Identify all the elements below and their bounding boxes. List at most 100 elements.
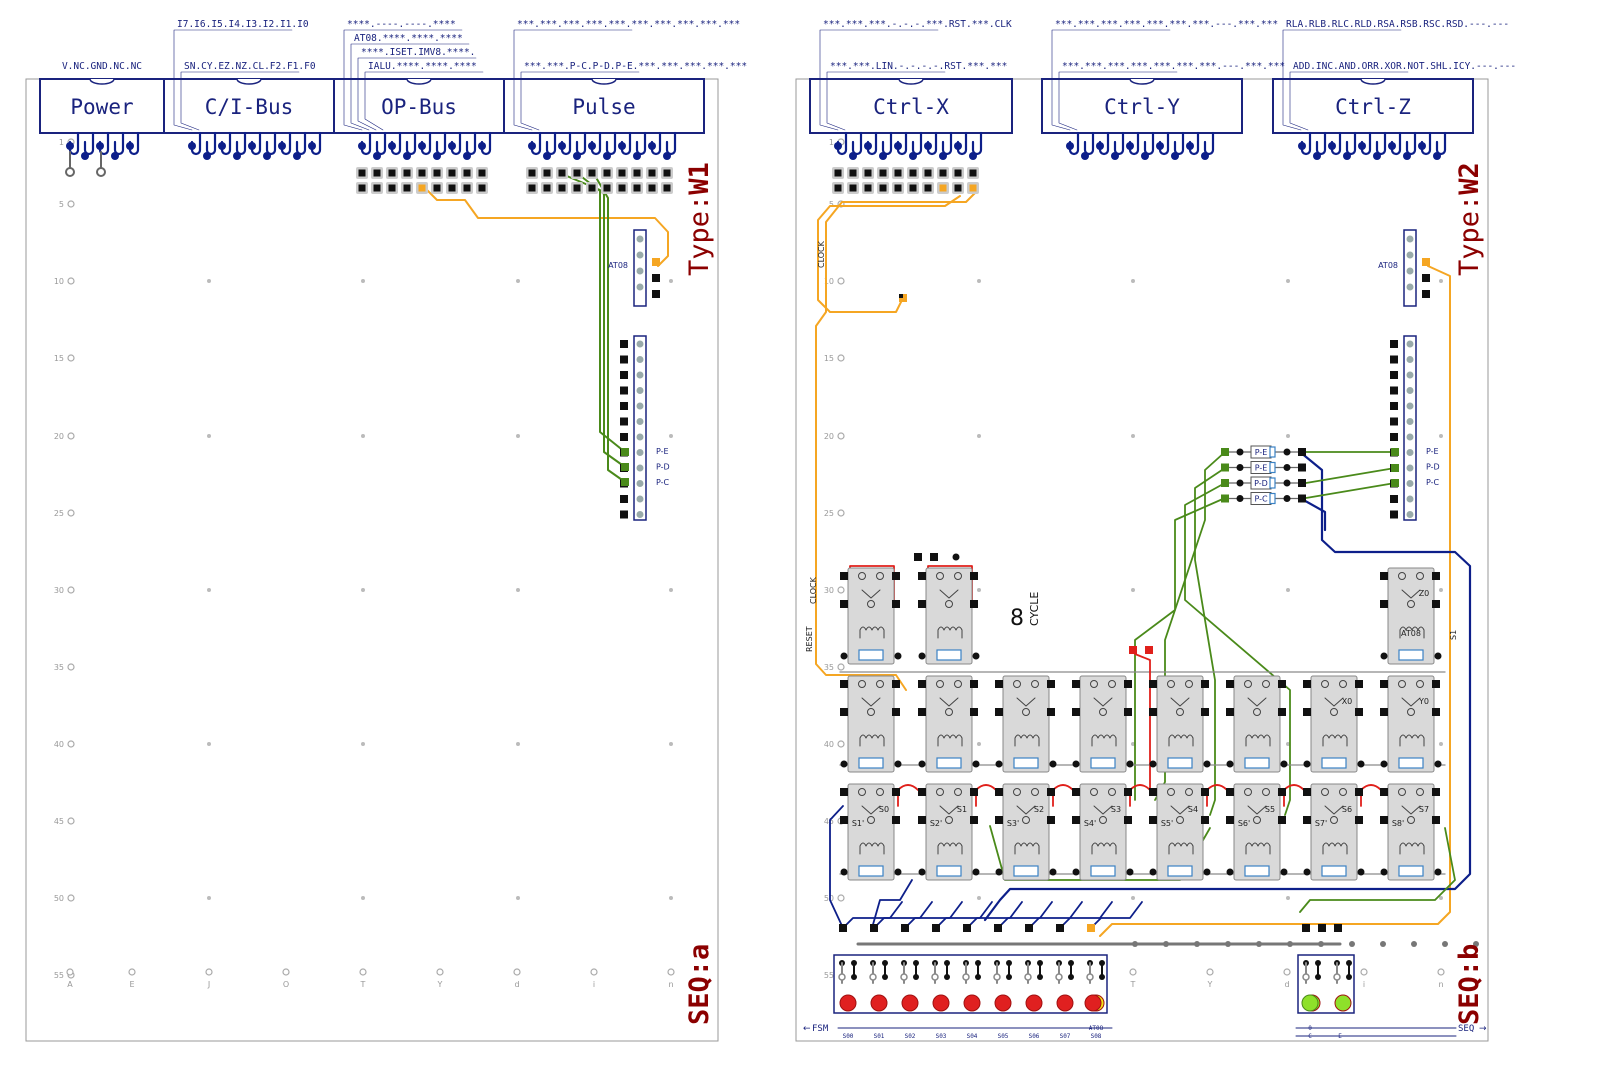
relay-pin [1357, 868, 1365, 876]
board-b-outline [795, 78, 1489, 1042]
relay-pad [1047, 680, 1055, 688]
ctrl-z-connector-title: Ctrl-Z [1335, 95, 1411, 119]
board-a-grid-dot [669, 742, 673, 746]
board-b-grid-dot [1131, 279, 1135, 283]
board-a-column-marker [128, 968, 136, 976]
board-a-row-marker [67, 817, 75, 825]
ctrl-x-jumper-pin [849, 184, 857, 192]
power-connector-title: Power [70, 95, 133, 119]
seq-led-pin [1346, 974, 1352, 980]
board-b-row-number: 35 [824, 663, 834, 672]
power-pin-trace [83, 131, 95, 156]
board-b-row-number: 25 [824, 509, 834, 518]
ctrl-y-pin-trace [1203, 131, 1215, 156]
relay-pad [1201, 788, 1209, 796]
board-a-grid-dot [669, 896, 673, 900]
board-a-row-number: 15 [54, 354, 64, 363]
board-a-orange-wire [426, 189, 669, 267]
seq-pad [1318, 924, 1326, 932]
relay-pad [1432, 816, 1440, 824]
board-a-grid-dot [516, 588, 520, 592]
board-b-signal-pin [1406, 449, 1414, 456]
relay-left-label: S2' [930, 819, 942, 828]
board-a-row-marker [67, 509, 75, 517]
board-a-grid-dot [361, 434, 365, 438]
board-b-signal-header [1403, 335, 1417, 521]
ctrl-x-jumper-pin [954, 169, 962, 177]
ctrl-x-pin-trace [851, 131, 863, 156]
op-bus-pin-trace [435, 131, 447, 156]
relay-pad [1047, 816, 1055, 824]
relay-pad [1226, 708, 1234, 716]
board-b-signal-pin [1406, 418, 1414, 425]
mini-relay-coil [1269, 446, 1276, 458]
board-a-row-number: 20 [54, 432, 64, 441]
board-b-row-number: 55 [824, 971, 834, 980]
board-b-column-marker [1437, 968, 1445, 976]
relay-label: X0 [1342, 697, 1353, 706]
ctrl-y-pin [1081, 152, 1089, 160]
op-bus-pin [373, 152, 381, 160]
board-b-column-marker [1129, 968, 1137, 976]
board-a-row-marker [67, 586, 75, 594]
board-a-green-pad [621, 448, 629, 456]
state-relay-row2: X0 [1303, 675, 1365, 773]
state-relay-row3: S4 S5' [1149, 783, 1211, 881]
ctrl-z-pin [1433, 152, 1441, 160]
relay-pad [840, 788, 848, 796]
relay-diode [1244, 757, 1270, 769]
board-a-signal-pin [636, 371, 644, 379]
relay-diode [1398, 649, 1424, 661]
state-red-riser [1134, 653, 1151, 791]
board-b-at08-pin [1406, 235, 1414, 243]
ctrl-y-pin [1126, 142, 1134, 150]
board-b-signal-pad [1390, 340, 1398, 348]
ctrl-z-pin-trace [1435, 131, 1447, 156]
board-b-grid-dot [1131, 588, 1135, 592]
relay-pad [970, 680, 978, 688]
fsm-label: FSM [812, 1024, 829, 1034]
fsm-pad [1056, 924, 1064, 932]
relay-pad [1303, 680, 1311, 688]
board-a-signal-pin [636, 495, 644, 503]
relay-pad [1432, 680, 1440, 688]
board-b-signal-pin [1406, 495, 1414, 503]
seq-state-label: 0 [1308, 1025, 1312, 1032]
op-bus-jumper-pin [463, 184, 471, 192]
relay-pin [972, 652, 980, 660]
board-a-at08-pad [652, 258, 660, 266]
pulse-jumper-pin [558, 169, 566, 177]
board-a-signal-pin [636, 418, 644, 425]
relay-pin [1203, 868, 1211, 876]
fsm-arrow-left: ← [803, 1024, 811, 1034]
fsm-led-extra [1084, 994, 1102, 1012]
board-a-signal-pin [636, 511, 644, 518]
board-b-signal-pin [1406, 387, 1414, 394]
relay-pad [995, 680, 1003, 688]
ctrl-x-pin [939, 152, 947, 160]
state-relay-row3: S2 S3' [995, 783, 1057, 881]
op-bus-pin [358, 142, 366, 150]
relay-left-label: S3' [1007, 819, 1019, 828]
board-a-column-letter: T [360, 980, 366, 989]
board-a-outline [25, 78, 719, 1042]
ctrl-x-pin-trace [911, 131, 923, 156]
relay-pad [1124, 788, 1132, 796]
mini-relay-pad [1298, 494, 1306, 503]
pulse-pin [528, 142, 536, 150]
fsm-navy-wire [1059, 901, 1113, 929]
relay-pad [918, 600, 926, 608]
relay-pin [972, 760, 980, 768]
ci-bus-pin [218, 142, 226, 150]
board-a-column-letter: A [67, 980, 73, 989]
board-a-row-marker [67, 277, 75, 285]
ctrl-y-pin-legend: ***.***.***.***.***.***.***.---.***.*** [1062, 61, 1285, 72]
mini-relay-coil [1269, 492, 1276, 505]
relay-pad [1072, 708, 1080, 716]
board-b-at08-pin [1406, 267, 1414, 275]
relay-pad [1201, 816, 1209, 824]
ctrl-x-jumper-pin [879, 169, 887, 177]
ctrl-y-pin [1186, 142, 1194, 150]
fsm-pad [901, 924, 909, 932]
relay-diode [1321, 865, 1347, 877]
